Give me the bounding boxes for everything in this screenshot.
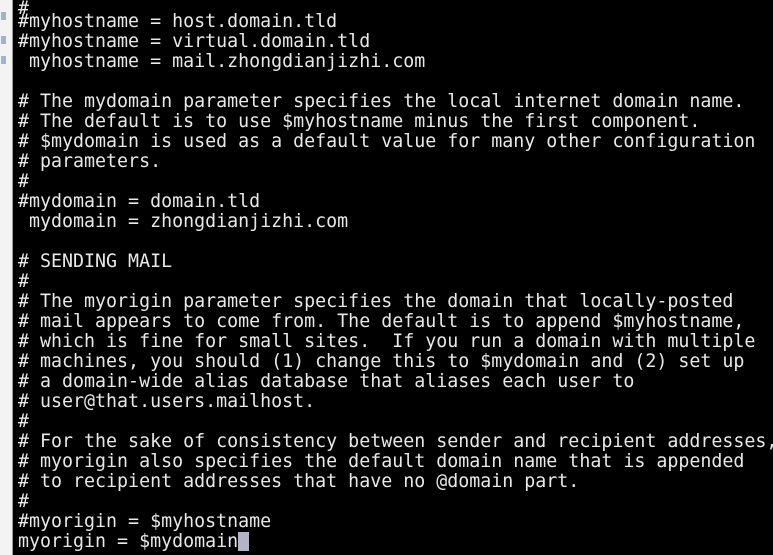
terminal-line-current[interactable]: myorigin = $mydomain (18, 532, 773, 552)
terminal-line: # (18, 171, 30, 192)
terminal-line: # $mydomain is used as a default value f… (18, 131, 756, 152)
terminal-line: # user@that.users.mailhost. (18, 391, 316, 412)
terminal-line: # mail appears to come from. The default… (18, 311, 745, 332)
text-cursor (238, 532, 250, 551)
terminal-line: # machines, you should (1) change this t… (18, 351, 745, 372)
terminal-line: # myorigin also specifies the default do… (18, 451, 745, 472)
terminal-line: #myorigin = $myhostname (18, 511, 272, 532)
terminal-line: myhostname = mail.zhongdianjizhi.com (18, 51, 426, 72)
terminal-line: mydomain = zhongdianjizhi.com (18, 211, 349, 232)
terminal-line: # to recipient addresses that have no @d… (18, 471, 580, 492)
terminal-line: # (18, 411, 30, 432)
terminal-window[interactable]: # #myhostname = host.domain.tld #myhostnam… (13, 0, 773, 552)
terminal-line: #myhostname = virtual.domain.tld (18, 31, 371, 52)
adjacent-window-edge (0, 0, 13, 555)
terminal-line: # a domain-wide alias database that alia… (18, 371, 635, 392)
terminal-line: # parameters. (18, 151, 162, 172)
terminal-line: # For the sake of consistency between se… (18, 431, 773, 452)
terminal-line: # The myorigin parameter specifies the d… (18, 291, 734, 312)
side-marker (1, 36, 6, 44)
terminal-text[interactable]: # #myhostname = host.domain.tld #myhostnam… (18, 0, 773, 552)
terminal-line: #myhostname = host.domain.tld (18, 11, 338, 32)
terminal-line: # (18, 271, 30, 292)
side-marker (1, 12, 6, 20)
side-marker (1, 56, 6, 64)
current-line-text: myorigin = $mydomain (18, 531, 239, 552)
terminal-line: # which is fine for small sites. If you … (18, 331, 756, 352)
terminal-line: #mydomain = domain.tld (18, 191, 261, 212)
terminal-line: # The mydomain parameter specifies the l… (18, 91, 745, 112)
terminal-line: # (18, 491, 30, 512)
terminal-line: # SENDING MAIL (18, 251, 173, 272)
terminal-line: # The default is to use $myhostname minu… (18, 111, 701, 132)
